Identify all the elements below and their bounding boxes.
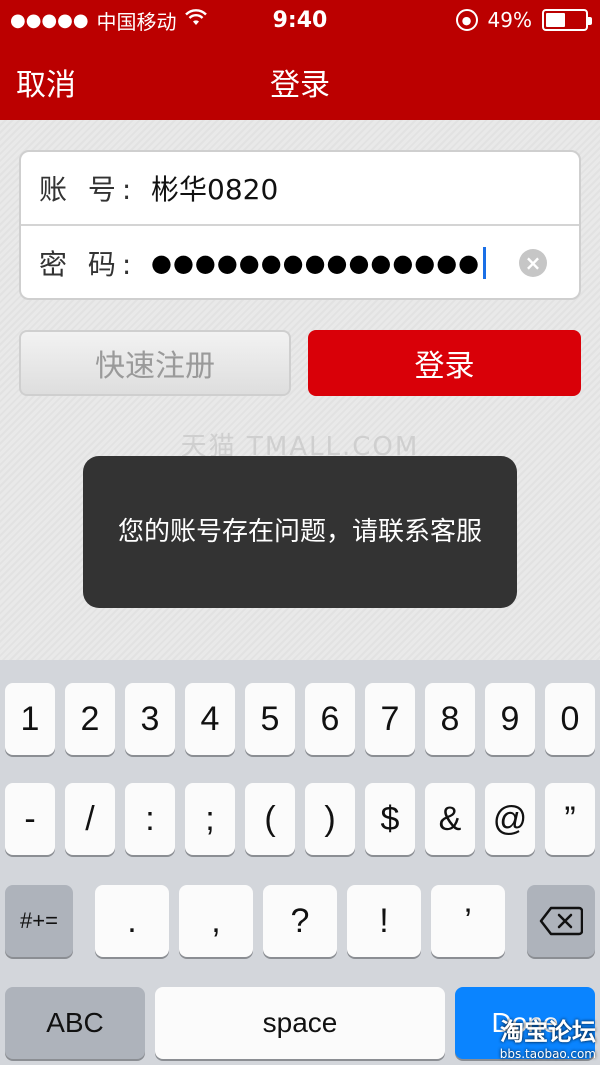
key-7[interactable]: 7 (365, 683, 415, 755)
account-label: 账 号: (39, 173, 138, 206)
login-button[interactable]: 登录 (308, 330, 581, 396)
key-semicolon[interactable]: ; (185, 783, 235, 855)
key-open-paren[interactable]: ( (245, 783, 295, 855)
key-0[interactable]: 0 (545, 683, 595, 755)
password-label: 密 码: (39, 248, 138, 281)
key-at[interactable]: @ (485, 783, 535, 855)
key-exclamation[interactable]: ! (347, 885, 421, 957)
key-space[interactable]: space (155, 987, 445, 1059)
key-slash[interactable]: / (65, 783, 115, 855)
battery-percent: 49% (487, 8, 532, 32)
account-row[interactable]: 账 号: 彬华0820 (21, 152, 579, 226)
battery-icon (542, 9, 592, 31)
key-dollar[interactable]: $ (365, 783, 415, 855)
key-8[interactable]: 8 (425, 683, 475, 755)
password-input[interactable]: ●●●●●●●●●●●●●●● (151, 247, 487, 279)
rotation-lock-icon: ● (455, 9, 478, 31)
key-quote[interactable]: ” (545, 783, 595, 855)
status-right: ● 49% (455, 8, 592, 32)
key-colon[interactable]: : (125, 783, 175, 855)
clear-icon[interactable]: × (519, 249, 547, 277)
key-1[interactable]: 1 (5, 683, 55, 755)
page-title: 登录 (270, 68, 330, 103)
nav-bar: 取消 登录 (0, 40, 600, 120)
key-2[interactable]: 2 (65, 683, 115, 755)
key-symbols-toggle[interactable]: #+= (5, 885, 73, 957)
key-3[interactable]: 3 (125, 683, 175, 755)
battery-fill (546, 13, 565, 27)
account-input[interactable]: 彬华0820 (151, 168, 278, 208)
key-abc[interactable]: ABC (5, 987, 145, 1059)
key-4[interactable]: 4 (185, 683, 235, 755)
key-5[interactable]: 5 (245, 683, 295, 755)
key-apostrophe[interactable]: ’ (431, 885, 505, 957)
error-toast: 您的账号存在问题，请联系客服 (83, 456, 517, 608)
forum-watermark-title: 淘宝论坛 (500, 1018, 596, 1046)
toast-message: 您的账号存在问题，请联系客服 (117, 517, 482, 547)
key-ampersand[interactable]: & (425, 783, 475, 855)
key-6[interactable]: 6 (305, 683, 355, 755)
text-caret (483, 247, 487, 279)
backspace-key[interactable] (527, 885, 595, 957)
status-bar: ●●●●● 中国移动 9:40 ● 49% (0, 0, 600, 40)
key-question[interactable]: ? (263, 885, 337, 957)
key-hyphen[interactable]: - (5, 783, 55, 855)
quick-register-button[interactable]: 快速注册 (19, 330, 291, 396)
forum-watermark: 淘宝论坛 bbs.taobao.com (500, 1012, 596, 1061)
key-close-paren[interactable]: ) (305, 783, 355, 855)
key-comma[interactable]: , (179, 885, 253, 957)
login-content: 账 号: 彬华0820 密 码: ●●●●●●●●●●●●●●● × 快速注册 … (0, 120, 600, 660)
password-mask: ●●●●●●●●●●●●●●● (151, 249, 481, 277)
password-row[interactable]: 密 码: ●●●●●●●●●●●●●●● × (21, 226, 579, 298)
forum-watermark-url: bbs.taobao.com (499, 1047, 596, 1061)
key-period[interactable]: . (95, 885, 169, 957)
numeric-keyboard: 1 2 3 4 5 6 7 8 9 0 - / : ; ( ) $ & @ ” … (0, 660, 600, 1065)
key-9[interactable]: 9 (485, 683, 535, 755)
backspace-icon (539, 906, 583, 936)
login-form: 账 号: 彬华0820 密 码: ●●●●●●●●●●●●●●● × (19, 150, 581, 300)
